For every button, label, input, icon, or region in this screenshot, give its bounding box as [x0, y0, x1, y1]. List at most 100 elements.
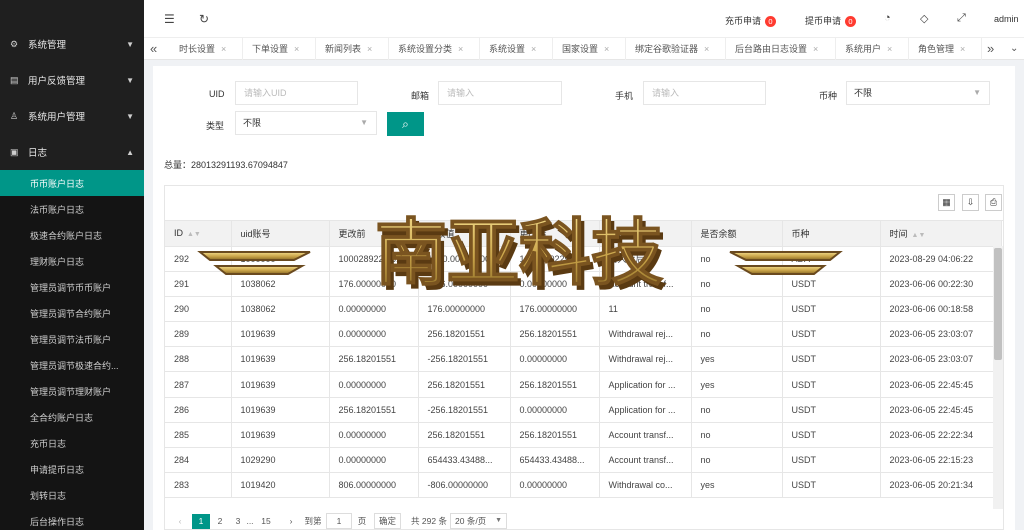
sort-icon[interactable]: ▲▼: [187, 231, 201, 238]
tag-icon[interactable]: ◇: [920, 12, 928, 25]
col-header-before: 更改前: [329, 221, 419, 247]
page-size-select[interactable]: 20 条/页 ▼: [450, 513, 507, 529]
columns-filter-icon[interactable]: ▦: [938, 194, 955, 211]
page-1[interactable]: 1: [192, 514, 210, 529]
sidebar-item-admin-contract[interactable]: 管理员调节合约账户: [0, 300, 144, 326]
tab-settings-category[interactable]: 系统设置分类 ×: [389, 38, 480, 60]
table-cell: 2023-06-06 00:18:58: [880, 296, 1002, 323]
sidebar-item-fiat-log[interactable]: 法币账户日志: [0, 196, 144, 222]
user-menu[interactable]: admin: [994, 14, 1019, 24]
close-icon[interactable]: ×: [960, 44, 965, 54]
close-icon[interactable]: ×: [531, 44, 536, 54]
tabs-menu-icon[interactable]: ⌄: [1010, 38, 1018, 60]
close-icon[interactable]: ×: [294, 44, 299, 54]
sidebar-item-admin-coin[interactable]: 管理员调节币币账户: [0, 274, 144, 300]
sidebar-item-admin-op-log[interactable]: 后台操作日志: [0, 508, 144, 530]
close-icon[interactable]: ×: [221, 44, 226, 54]
sidebar-item-admin-finance[interactable]: 管理员调节理财账户: [0, 378, 144, 404]
tab-role-management[interactable]: 角色管理 ×: [909, 38, 982, 60]
fullscreen-icon[interactable]: ⤢: [957, 12, 966, 25]
table-cell: Account transf...: [599, 422, 692, 449]
table-row[interactable]: 284 1029290 0.00000000 654433.43488... 65443…: [165, 447, 1002, 474]
tab-label: 时长设置: [179, 44, 216, 54]
currency-select[interactable]: 不限 ▼: [846, 81, 990, 105]
sidebar-item-deposit-log[interactable]: 充币日志: [0, 430, 144, 456]
table-row[interactable]: 285 1019639 0.00000000 256.18201551 256.1820…: [165, 422, 1002, 449]
tabs-prev-icon[interactable]: «: [150, 38, 157, 60]
print-icon[interactable]: ⎙: [985, 194, 1002, 211]
tab-news-list[interactable]: 新闻列表 ×: [316, 38, 389, 60]
tab-google-auth[interactable]: 绑定谷歌验证器 ×: [626, 38, 726, 60]
page-2[interactable]: 2: [213, 514, 227, 529]
table-cell: 256.18201551: [329, 397, 419, 423]
sidebar-item-full-contract-log[interactable]: 全合约账户日志: [0, 404, 144, 430]
sidebar-group-system[interactable]: ⚙ 系统管理 ▼: [0, 26, 144, 62]
sidebar-item-admin-fast-contract[interactable]: 管理员调节极速合约...: [0, 352, 144, 378]
search-button[interactable]: ⌕: [387, 112, 424, 136]
theme-icon[interactable]: ◔: [884, 12, 891, 24]
goto-page-input[interactable]: 1: [326, 513, 352, 529]
tab-label: 系统设置分类: [398, 44, 453, 54]
tab-order-settings[interactable]: 下单设置 ×: [243, 38, 316, 60]
table-cell: 283: [165, 472, 232, 499]
col-header-time[interactable]: 时间 ▲▼: [880, 221, 1002, 247]
deposit-request-link[interactable]: 充币申请 0: [725, 14, 777, 27]
caret-down-icon: ▼: [126, 112, 134, 121]
caret-down-icon: ▼: [126, 40, 134, 49]
table-row[interactable]: 288 1019639 256.18201551 -256.18201551 0.000…: [165, 346, 1002, 373]
table-row[interactable]: 287 1019639 0.00000000 256.18201551 256.1820…: [165, 371, 1002, 398]
sort-icon[interactable]: ▲▼: [912, 232, 926, 239]
col-header-uid: uid账号: [231, 221, 330, 247]
goto-confirm-button[interactable]: 确定: [374, 513, 401, 529]
tab-label: 绑定谷歌验证器: [635, 44, 699, 54]
col-header-id[interactable]: ID ▲▼: [165, 221, 232, 247]
sidebar-item-admin-fiat[interactable]: 管理员调节法币账户: [0, 326, 144, 352]
tab-duration-settings[interactable]: 时长设置 ×: [170, 38, 243, 60]
menu-collapse-icon[interactable]: ☰: [164, 12, 175, 26]
tab-system-users[interactable]: 系统用户 ×: [836, 38, 909, 60]
table-toolbar: ▦ ⇩ ⎙: [165, 186, 1003, 221]
close-icon[interactable]: ×: [813, 44, 818, 54]
table-cell: USDT: [782, 271, 881, 297]
tab-route-log-settings[interactable]: 后台路由日志设置 ×: [726, 38, 836, 60]
sidebar-item-fast-contract-log[interactable]: 极速合约账户日志: [0, 222, 144, 248]
tab-system-settings[interactable]: 系统设置 ×: [480, 38, 553, 60]
sidebar-item-finance-log[interactable]: 理财账户日志: [0, 248, 144, 274]
sidebar-group-sysuser[interactable]: ♙ 系统用户管理 ▼: [0, 98, 144, 134]
type-select[interactable]: 不限 ▼: [235, 111, 377, 135]
close-icon[interactable]: ×: [704, 44, 709, 54]
table-row[interactable]: 292 1000000 1000289229.6... 1000.00000000 10…: [165, 246, 1002, 272]
sidebar-group-log[interactable]: ▣ 日志 ▲: [0, 134, 144, 170]
scrollbar-thumb[interactable]: [994, 248, 1002, 360]
table-cell: 1019639: [231, 397, 330, 423]
email-input[interactable]: 请输入: [438, 81, 562, 105]
table-row[interactable]: 289 1019639 0.00000000 256.18201551 256.1820…: [165, 321, 1002, 348]
refresh-icon[interactable]: ↻: [199, 12, 209, 26]
sidebar-group-feedback[interactable]: ▤ 用户反馈管理 ▼: [0, 62, 144, 98]
next-page-icon[interactable]: ›: [285, 514, 297, 529]
uid-input[interactable]: 请输入UID: [235, 81, 358, 105]
log-icon: ▣: [10, 146, 19, 157]
phone-input[interactable]: 请输入: [643, 81, 766, 105]
table-cell: Withdrawal rej...: [599, 321, 692, 348]
page-15[interactable]: 15: [259, 514, 273, 529]
table-row[interactable]: 286 1019639 256.18201551 -256.18201551 0.000…: [165, 397, 1002, 423]
page-3[interactable]: 3: [233, 514, 243, 529]
table-row[interactable]: 290 1038062 0.00000000 176.00000000 176.0000…: [165, 296, 1002, 323]
prev-page-icon[interactable]: ‹: [174, 514, 186, 529]
table-row[interactable]: 283 1019420 806.00000000 -806.00000000 0.000…: [165, 472, 1002, 499]
close-icon[interactable]: ×: [367, 44, 372, 54]
sidebar-item-coin-log[interactable]: 币币账户日志: [0, 170, 144, 196]
tab-country-settings[interactable]: 国家设置 ×: [553, 38, 626, 60]
close-icon[interactable]: ×: [887, 44, 892, 54]
sidebar-item-withdraw-log[interactable]: 申请提币日志: [0, 456, 144, 482]
table-row[interactable]: 291 1038062 176.00000000 -176.00000000 0.000…: [165, 271, 1002, 297]
table-cell: no: [691, 321, 783, 348]
close-icon[interactable]: ×: [604, 44, 609, 54]
page-size-value: 20 条/页: [455, 516, 487, 526]
export-icon[interactable]: ⇩: [962, 194, 979, 211]
close-icon[interactable]: ×: [458, 44, 463, 54]
tabs-next-icon[interactable]: »: [987, 38, 994, 60]
sidebar-item-transfer-log[interactable]: 划转日志: [0, 482, 144, 508]
withdraw-request-link[interactable]: 提币申请 0: [805, 14, 857, 27]
